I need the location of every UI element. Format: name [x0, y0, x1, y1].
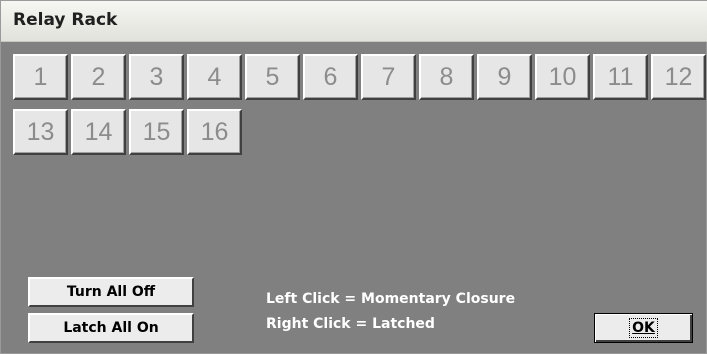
relay-label: 6 — [323, 62, 338, 91]
latch-all-on-button[interactable]: Latch All On — [28, 313, 194, 343]
relay-button-7[interactable]: 7 — [361, 54, 416, 100]
ok-label: OK — [629, 318, 658, 338]
relay-label: 7 — [381, 62, 396, 91]
relay-button-1[interactable]: 1 — [13, 54, 68, 100]
relay-label: 11 — [607, 62, 634, 91]
relay-label: 14 — [84, 117, 113, 146]
relay-label: 4 — [207, 62, 222, 91]
ok-button[interactable]: OK — [594, 313, 693, 343]
relay-label: 15 — [142, 117, 171, 146]
relay-label: 16 — [200, 117, 229, 146]
help-right-click: Right Click = Latched — [266, 316, 435, 332]
relay-button-3[interactable]: 3 — [129, 54, 184, 100]
relay-button-11[interactable]: 11 — [593, 54, 648, 100]
relay-label: 9 — [497, 62, 512, 91]
relay-label: 10 — [548, 62, 577, 91]
relay-button-8[interactable]: 8 — [419, 54, 474, 100]
latch-all-on-label: Latch All On — [63, 320, 159, 336]
help-left-click: Left Click = Momentary Closure — [266, 291, 516, 307]
turn-all-off-label: Turn All Off — [66, 284, 156, 300]
relay-button-4[interactable]: 4 — [187, 54, 242, 100]
relay-button-15[interactable]: 15 — [129, 109, 184, 155]
relay-button-6[interactable]: 6 — [303, 54, 358, 100]
relay-button-10[interactable]: 10 — [535, 54, 590, 100]
title-bar: Relay Rack — [1, 1, 707, 42]
window-title: Relay Rack — [13, 10, 118, 30]
relay-label: 2 — [91, 62, 106, 91]
relay-button-9[interactable]: 9 — [477, 54, 532, 100]
relay-button-14[interactable]: 14 — [71, 109, 126, 155]
relay-button-13[interactable]: 13 — [13, 109, 68, 155]
relay-label: 12 — [664, 62, 693, 91]
relay-button-5[interactable]: 5 — [245, 54, 300, 100]
relay-button-16[interactable]: 16 — [187, 109, 242, 155]
relay-label: 3 — [149, 62, 164, 91]
relay-label: 13 — [26, 117, 55, 146]
relay-button-2[interactable]: 2 — [71, 54, 126, 100]
relay-label: 1 — [33, 62, 48, 91]
turn-all-off-button[interactable]: Turn All Off — [28, 277, 194, 307]
relay-button-12[interactable]: 12 — [651, 54, 706, 100]
relay-rack-window: Relay Rack 1 2 3 4 5 6 7 8 9 10 11 12 13… — [0, 0, 707, 354]
relay-label: 8 — [439, 62, 454, 91]
relay-label: 5 — [265, 62, 280, 91]
